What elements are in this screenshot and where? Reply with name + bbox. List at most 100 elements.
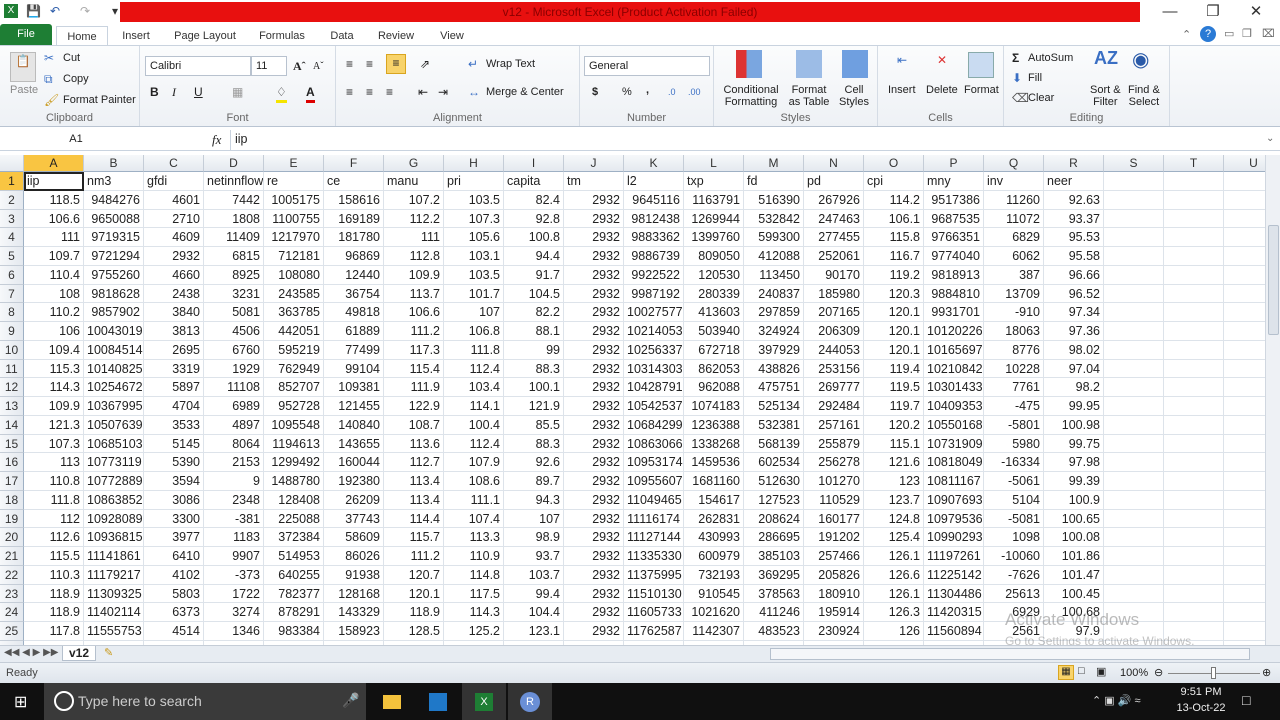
cell-T14[interactable] — [1164, 415, 1224, 435]
cell-B10[interactable]: 10084514 — [84, 340, 144, 360]
cell-A7[interactable]: 108 — [24, 284, 84, 304]
cell-C14[interactable]: 3533 — [144, 415, 204, 435]
cell-T18[interactable] — [1164, 490, 1224, 510]
cell-L20[interactable]: 430993 — [684, 528, 744, 548]
row-header-25[interactable]: 25 — [0, 622, 24, 641]
cell-K20[interactable]: 11127144 — [624, 528, 684, 548]
column-header-O[interactable]: O — [864, 155, 924, 172]
fill-button[interactable]: Fill — [1028, 72, 1042, 84]
cell-Q20[interactable]: 1098 — [984, 528, 1044, 548]
cell-M25[interactable]: 483523 — [744, 622, 804, 641]
cell-E9[interactable]: 442051 — [264, 322, 324, 341]
cell-E17[interactable]: 1488780 — [264, 472, 324, 491]
cell-G18[interactable]: 113.4 — [384, 490, 444, 510]
cell-G13[interactable]: 122.9 — [384, 397, 444, 416]
cell-G25[interactable]: 128.5 — [384, 622, 444, 641]
cell-O12[interactable]: 119.5 — [864, 378, 924, 398]
cell-J5[interactable]: 2932 — [564, 247, 624, 266]
cell-L18[interactable]: 154617 — [684, 490, 744, 510]
cell-O3[interactable]: 106.1 — [864, 209, 924, 229]
cell-N16[interactable]: 256278 — [804, 453, 864, 473]
cell-T23[interactable] — [1164, 584, 1224, 604]
cell-N23[interactable]: 180910 — [804, 584, 864, 604]
cell-B1[interactable]: nm3 — [84, 172, 144, 191]
cell-K19[interactable]: 11116174 — [624, 509, 684, 529]
cell-T4[interactable] — [1164, 228, 1224, 248]
cell-G4[interactable]: 111 — [384, 228, 444, 248]
cell-P18[interactable]: 10907693 — [924, 490, 984, 510]
cell-U10[interactable] — [1224, 341, 1265, 360]
normal-view-icon[interactable]: ▦ — [1058, 665, 1074, 680]
sheet-nav-icon[interactable]: ◀◀ ◀ ▶ ▶▶ — [4, 647, 58, 658]
cell-A21[interactable]: 115.5 — [24, 547, 84, 566]
tab-view[interactable]: View — [434, 26, 470, 46]
cell-M9[interactable]: 324924 — [744, 322, 804, 341]
help-icon[interactable]: ? — [1200, 26, 1216, 42]
font-color-icon[interactable]: A — [306, 84, 315, 103]
cell-D3[interactable]: 1808 — [204, 209, 264, 229]
cell-D10[interactable]: 6760 — [204, 340, 264, 360]
cell-D20[interactable]: 1183 — [204, 528, 264, 548]
cell-O25[interactable]: 126 — [864, 622, 924, 641]
cell-T3[interactable] — [1164, 209, 1224, 229]
cell-R18[interactable]: 100.9 — [1044, 490, 1104, 510]
cell-H14[interactable]: 100.4 — [444, 415, 504, 435]
cell-F20[interactable]: 58609 — [324, 528, 384, 548]
cell-C9[interactable]: 3813 — [144, 322, 204, 341]
cell-K12[interactable]: 10428791 — [624, 378, 684, 398]
cell-I11[interactable]: 88.3 — [504, 359, 564, 379]
cell-P12[interactable]: 10301433 — [924, 378, 984, 398]
format-as-table-button[interactable]: Format as Table — [784, 84, 834, 108]
cell-S6[interactable] — [1104, 265, 1164, 285]
cell-R5[interactable]: 95.58 — [1044, 247, 1104, 266]
cell-H12[interactable]: 103.4 — [444, 378, 504, 398]
cell-U4[interactable] — [1224, 228, 1265, 248]
cell-L2[interactable]: 1163791 — [684, 190, 744, 210]
cell-O8[interactable]: 120.1 — [864, 303, 924, 323]
redo-icon[interactable]: ↷ — [78, 4, 92, 18]
vertical-scrollbar[interactable] — [1265, 155, 1280, 645]
cell-R17[interactable]: 99.39 — [1044, 472, 1104, 491]
row-header-23[interactable]: 23 — [0, 584, 24, 604]
cell-L6[interactable]: 120530 — [684, 265, 744, 285]
cell-I4[interactable]: 100.8 — [504, 228, 564, 248]
cell-S20[interactable] — [1104, 528, 1164, 548]
cell-C3[interactable]: 2710 — [144, 209, 204, 229]
cell-Q9[interactable]: 18063 — [984, 322, 1044, 341]
cell-K5[interactable]: 9886739 — [624, 247, 684, 266]
cell-K14[interactable]: 10684299 — [624, 415, 684, 435]
cell-M21[interactable]: 385103 — [744, 547, 804, 566]
cell-Q10[interactable]: 8776 — [984, 340, 1044, 360]
fill-color-icon[interactable]: ♢ — [276, 84, 287, 103]
cell-B11[interactable]: 10140825 — [84, 359, 144, 379]
column-header-F[interactable]: F — [324, 155, 384, 172]
cell-S22[interactable] — [1104, 565, 1164, 585]
cell-H3[interactable]: 107.3 — [444, 209, 504, 229]
vertical-scroll-thumb[interactable] — [1268, 225, 1279, 335]
cell-A19[interactable]: 112 — [24, 509, 84, 529]
tray-icons[interactable]: ⌃ ▣ 🔊 ≈ — [1092, 694, 1141, 707]
cell-G6[interactable]: 109.9 — [384, 265, 444, 285]
cell-N14[interactable]: 257161 — [804, 415, 864, 435]
merge-center-button[interactable]: Merge & Center — [486, 86, 564, 98]
cell-L22[interactable]: 732193 — [684, 565, 744, 585]
cell-G2[interactable]: 107.2 — [384, 190, 444, 210]
cell-M22[interactable]: 369295 — [744, 565, 804, 585]
cell-K24[interactable]: 11605733 — [624, 603, 684, 623]
cell-T20[interactable] — [1164, 528, 1224, 548]
sort-filter-button[interactable]: Sort & Filter — [1090, 84, 1121, 108]
cell-E18[interactable]: 128408 — [264, 490, 324, 510]
cell-N5[interactable]: 252061 — [804, 247, 864, 266]
cell-A12[interactable]: 114.3 — [24, 378, 84, 398]
row-header-24[interactable]: 24 — [0, 603, 24, 623]
cell-U13[interactable] — [1224, 397, 1265, 416]
cell-T1[interactable] — [1164, 172, 1224, 191]
cell-L25[interactable]: 1142307 — [684, 622, 744, 641]
cell-M10[interactable]: 397929 — [744, 340, 804, 360]
font-size-select[interactable]: 11 — [251, 56, 287, 76]
align-center-icon[interactable]: ≡ — [366, 84, 373, 100]
cell-O1[interactable]: cpi — [864, 172, 924, 191]
cell-O9[interactable]: 120.1 — [864, 322, 924, 341]
format-button[interactable]: Format — [964, 84, 999, 96]
column-header-C[interactable]: C — [144, 155, 204, 172]
